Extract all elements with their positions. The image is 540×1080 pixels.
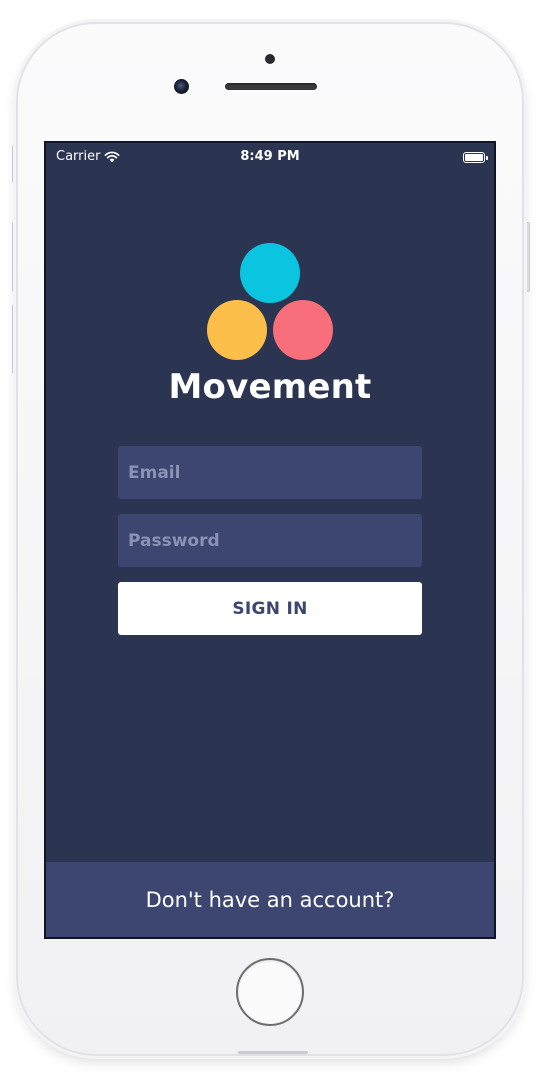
sign-up-link[interactable]: Don't have an account? (46, 862, 494, 937)
logo-yellow-circle (207, 300, 267, 360)
app-screen: Carrier 8:49 PM Movement SIGN IN Don't h… (44, 141, 496, 939)
logo-cyan-circle (240, 243, 300, 303)
proximity-sensor (265, 54, 275, 64)
power-button (524, 222, 530, 292)
app-title: Movement (168, 367, 372, 407)
front-camera-icon (174, 79, 189, 94)
three-circles-logo-icon (46, 143, 494, 383)
logo-pink-circle (273, 300, 333, 360)
password-field[interactable] (118, 514, 422, 567)
email-field[interactable] (118, 446, 422, 499)
device-bottom-edge (238, 1051, 308, 1054)
home-button[interactable] (236, 958, 304, 1026)
earpiece-speaker (225, 83, 317, 90)
sign-up-prompt: Don't have an account? (145, 887, 395, 912)
sign-in-button[interactable]: SIGN IN (118, 582, 422, 635)
